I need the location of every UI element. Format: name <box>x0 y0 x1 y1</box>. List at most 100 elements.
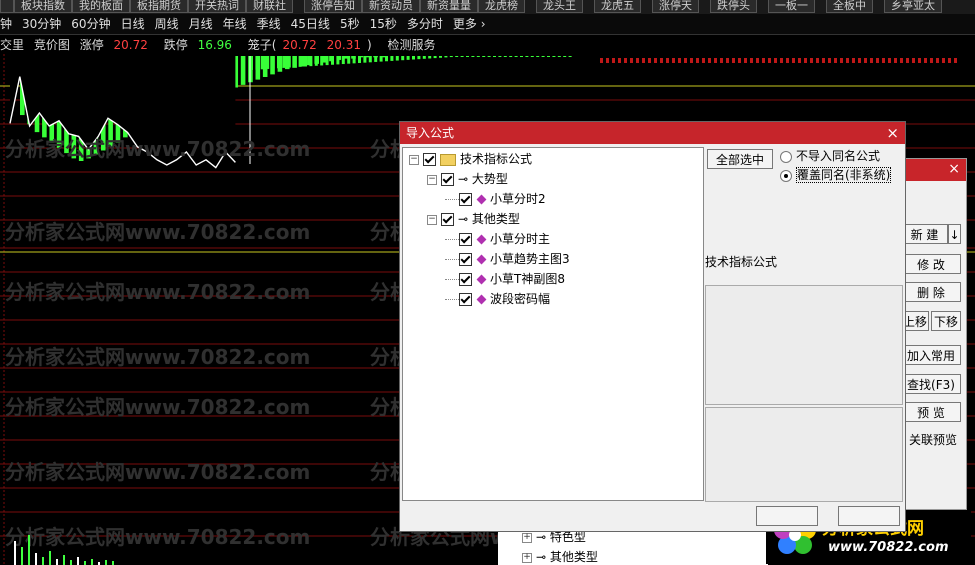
toolbar-tab[interactable]: 涨停天 <box>652 0 699 13</box>
volume-bar <box>816 58 819 63</box>
volume-bar <box>810 58 813 63</box>
tree-item[interactable]: 小草分时2 <box>445 190 546 208</box>
ok-button[interactable] <box>756 506 818 526</box>
tree-root[interactable]: − 技术指标公式 <box>409 150 532 168</box>
cage-value-1: 20.72 <box>282 38 317 52</box>
collapse-icon[interactable]: − <box>409 154 419 165</box>
tree-item[interactable]: 小草T神副图8 <box>445 270 565 288</box>
new-dropdown-button[interactable]: ↓ <box>948 224 961 244</box>
toolbar-tab[interactable]: 开关热词 <box>188 0 246 13</box>
period-item[interactable]: 45日线 <box>291 17 330 31</box>
volume-bar <box>606 58 609 63</box>
toolbar-tab[interactable]: 龙虎五 <box>594 0 641 13</box>
checkbox[interactable] <box>441 173 454 186</box>
volume-bar <box>374 56 378 62</box>
period-item[interactable]: 多分时 <box>407 17 443 31</box>
volume-bar <box>255 56 259 70</box>
checkbox[interactable] <box>459 253 472 266</box>
toolbar-tab[interactable]: 一板一 <box>768 0 815 13</box>
watermark-text: 分析家公式网www.70822.com <box>5 460 310 484</box>
checkbox[interactable] <box>459 273 472 286</box>
toolbar-tab[interactable]: 跌停头 <box>710 0 757 13</box>
period-item[interactable]: 15秒 <box>370 17 397 31</box>
preview-button[interactable]: 预 览 <box>901 402 961 422</box>
period-item[interactable]: 钟 <box>0 17 12 31</box>
check-service-label[interactable]: 检测服务 <box>388 38 436 52</box>
watermark-text: 分析家公式网www.70822.com <box>5 525 310 549</box>
toolbar-tab[interactable]: 财联社 <box>246 0 293 13</box>
close-icon[interactable]: × <box>880 122 899 144</box>
limit-up-value: 20.72 <box>113 38 148 52</box>
related-preview-label[interactable]: 关联预览 <box>909 431 957 448</box>
move-down-button[interactable]: 下移 <box>931 311 961 331</box>
volume-bar <box>756 58 759 63</box>
collapse-icon[interactable]: − <box>427 174 437 185</box>
checkbox[interactable] <box>459 293 472 306</box>
select-all-button[interactable]: 全部选中 <box>707 149 773 169</box>
volume-bar <box>726 58 729 63</box>
find-button[interactable]: 查找(F3) <box>901 374 961 394</box>
volume-bar <box>476 56 480 57</box>
formula-description-panel <box>705 285 903 405</box>
key-icon: ⊸ <box>536 530 547 544</box>
add-common-button[interactable]: 加入常用 <box>901 345 961 365</box>
tree-group-other[interactable]: − ⊸ 其他类型 <box>427 210 520 228</box>
volume-bar <box>792 58 795 63</box>
period-item[interactable]: 60分钟 <box>71 17 110 31</box>
period-item[interactable]: 季线 <box>257 17 281 31</box>
volume-bar <box>541 56 545 57</box>
radio-no-import[interactable]: 不导入同名公式 <box>780 147 880 165</box>
toolbar-tab[interactable]: 龙头王 <box>536 0 583 13</box>
volume-bar <box>930 58 933 63</box>
period-item[interactable]: 日线 <box>121 17 145 31</box>
period-item[interactable]: 30分钟 <box>22 17 61 31</box>
watermark-text: 分析家公式网www.70822.com <box>5 395 310 419</box>
tree-node-other[interactable]: + ⊸ 其他类型 <box>522 548 598 565</box>
radio-button[interactable] <box>780 150 792 163</box>
volume-bar <box>385 56 388 62</box>
tree-item[interactable]: 小草分时主 <box>445 230 550 248</box>
info-bar: 交里 竞价图 涨停 20.72 跌停 16.96 笼子(20.72 20.31)… <box>0 36 975 54</box>
toolbar-tab[interactable]: 板指期货 <box>130 0 188 13</box>
formula-tree: − 技术指标公式 − ⊸ 大势型 小草分时2 − ⊸ 其他类型 小草分时主 小草趋势主… <box>402 147 704 501</box>
close-icon[interactable]: × <box>948 161 960 177</box>
toolbar-tab[interactable]: 我的板面 <box>72 0 130 13</box>
period-item[interactable]: 年线 <box>223 17 247 31</box>
toolbar-tab[interactable]: 新资量量 <box>420 0 478 13</box>
volume-bar <box>341 56 345 65</box>
period-item[interactable]: 周线 <box>155 17 179 31</box>
toolbar-tab[interactable]: 乡亭亚太 <box>884 0 942 13</box>
toolbar-tab[interactable]: 新资动员 <box>362 0 420 13</box>
period-item[interactable]: 更多 › <box>453 17 486 31</box>
tree-item[interactable]: 小草趋势主图3 <box>445 250 570 268</box>
volume-bar <box>240 56 246 85</box>
volume-bar <box>900 58 903 63</box>
tree-group-trend[interactable]: − ⊸ 大势型 <box>427 170 508 188</box>
tree-item[interactable]: 波段密码幅 <box>445 290 550 308</box>
toolbar-tab[interactable]: 全板中 <box>826 0 873 13</box>
checkbox[interactable] <box>441 213 454 226</box>
modify-button[interactable]: 修 改 <box>901 254 961 274</box>
volume-bar <box>864 58 867 63</box>
toolbar-tab[interactable] <box>0 0 14 13</box>
collapse-icon[interactable]: − <box>427 214 437 225</box>
checkbox[interactable] <box>459 233 472 246</box>
period-item[interactable]: 5秒 <box>340 17 360 31</box>
new-button[interactable]: 新 建 <box>901 224 948 244</box>
checkbox[interactable] <box>459 193 472 206</box>
radio-button[interactable] <box>780 169 792 182</box>
volume-bar <box>298 56 302 67</box>
radio-overwrite[interactable]: 覆盖同名(非系统) <box>780 166 892 184</box>
chart-type-label[interactable]: 竞价图 <box>34 38 70 52</box>
toolbar-tab[interactable]: 龙虎榜 <box>478 0 525 13</box>
toolbar-tab[interactable]: 涨停告知 <box>304 0 362 13</box>
volume-bar <box>780 58 783 63</box>
period-item[interactable]: 月线 <box>189 17 213 31</box>
cage-close: ) <box>366 38 372 52</box>
cancel-button[interactable] <box>838 506 900 526</box>
volume-bar <box>822 58 825 63</box>
volume-bar <box>738 58 741 63</box>
delete-button[interactable]: 删 除 <box>901 282 961 302</box>
toolbar-tab[interactable]: 板块指数 <box>14 0 72 13</box>
checkbox[interactable] <box>423 153 436 166</box>
